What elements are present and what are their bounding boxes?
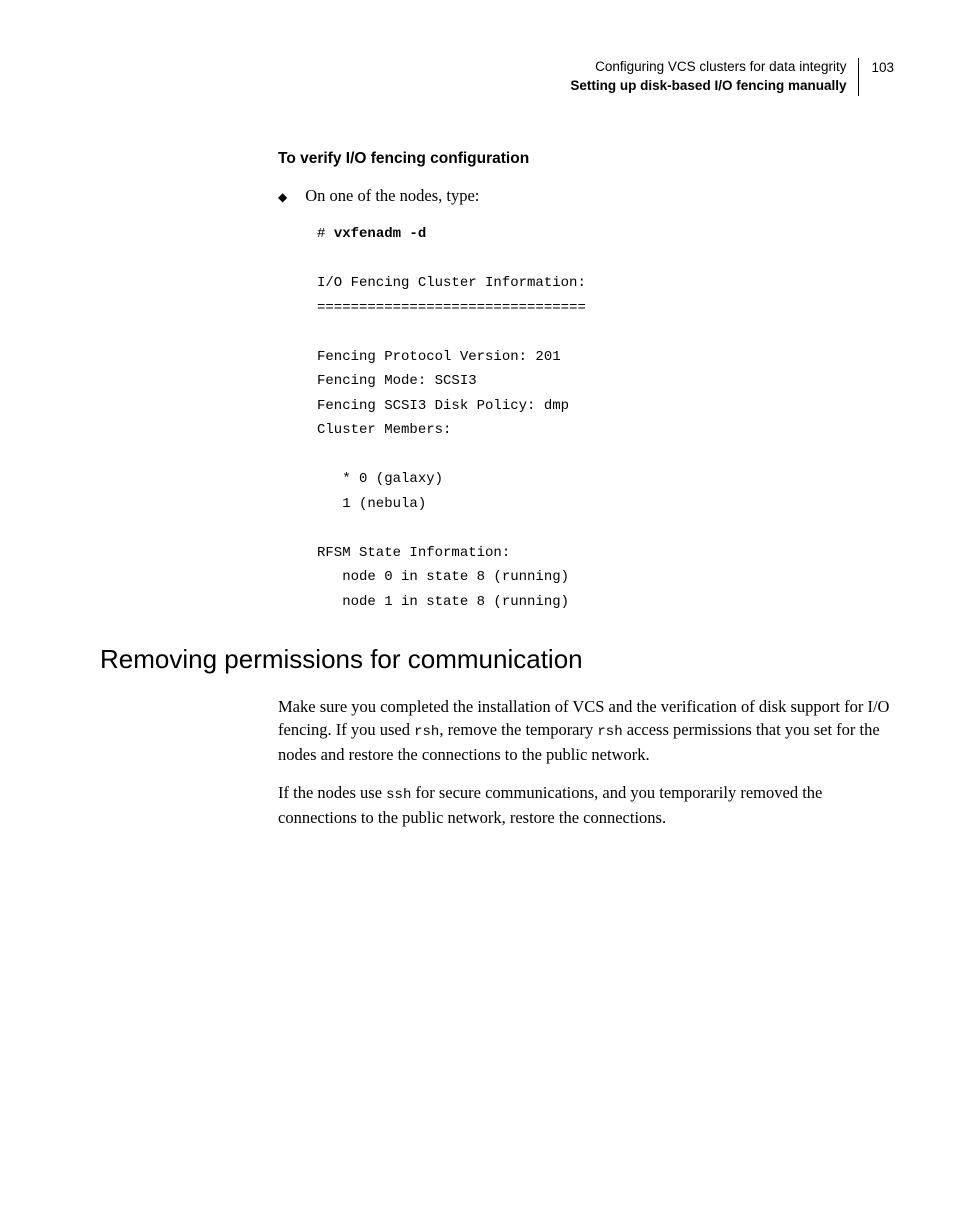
- code-command: vxfenadm -d: [334, 226, 426, 242]
- code-prompt: #: [317, 226, 334, 242]
- header-chapter: Configuring VCS clusters for data integr…: [570, 58, 846, 77]
- page-content: To verify I/O fencing configuration ◆ On…: [100, 150, 894, 843]
- procedure-step: ◆ On one of the nodes, type:: [278, 186, 894, 206]
- body-paragraph-1: Make sure you completed the installation…: [278, 695, 894, 767]
- page-number: 103: [859, 58, 894, 96]
- header-text-block: Configuring VCS clusters for data integr…: [570, 58, 859, 96]
- inline-code: rsh: [414, 724, 439, 740]
- para-text: If the nodes use: [278, 783, 386, 802]
- code-block: # vxfenadm -d I/O Fencing Cluster Inform…: [317, 222, 894, 614]
- body-paragraph-2: If the nodes use ssh for secure communic…: [278, 781, 894, 829]
- header-section: Setting up disk-based I/O fencing manual…: [570, 77, 846, 96]
- running-header: Configuring VCS clusters for data integr…: [570, 58, 894, 96]
- para-text: , remove the temporary: [439, 720, 597, 739]
- step-text: On one of the nodes, type:: [305, 186, 479, 206]
- diamond-bullet-icon: ◆: [278, 190, 287, 205]
- inline-code: rsh: [597, 724, 622, 740]
- procedure-title: To verify I/O fencing configuration: [278, 150, 894, 168]
- inline-code: ssh: [386, 787, 411, 803]
- code-output: I/O Fencing Cluster Information: =======…: [317, 275, 586, 610]
- section-heading: Removing permissions for communication: [100, 644, 894, 675]
